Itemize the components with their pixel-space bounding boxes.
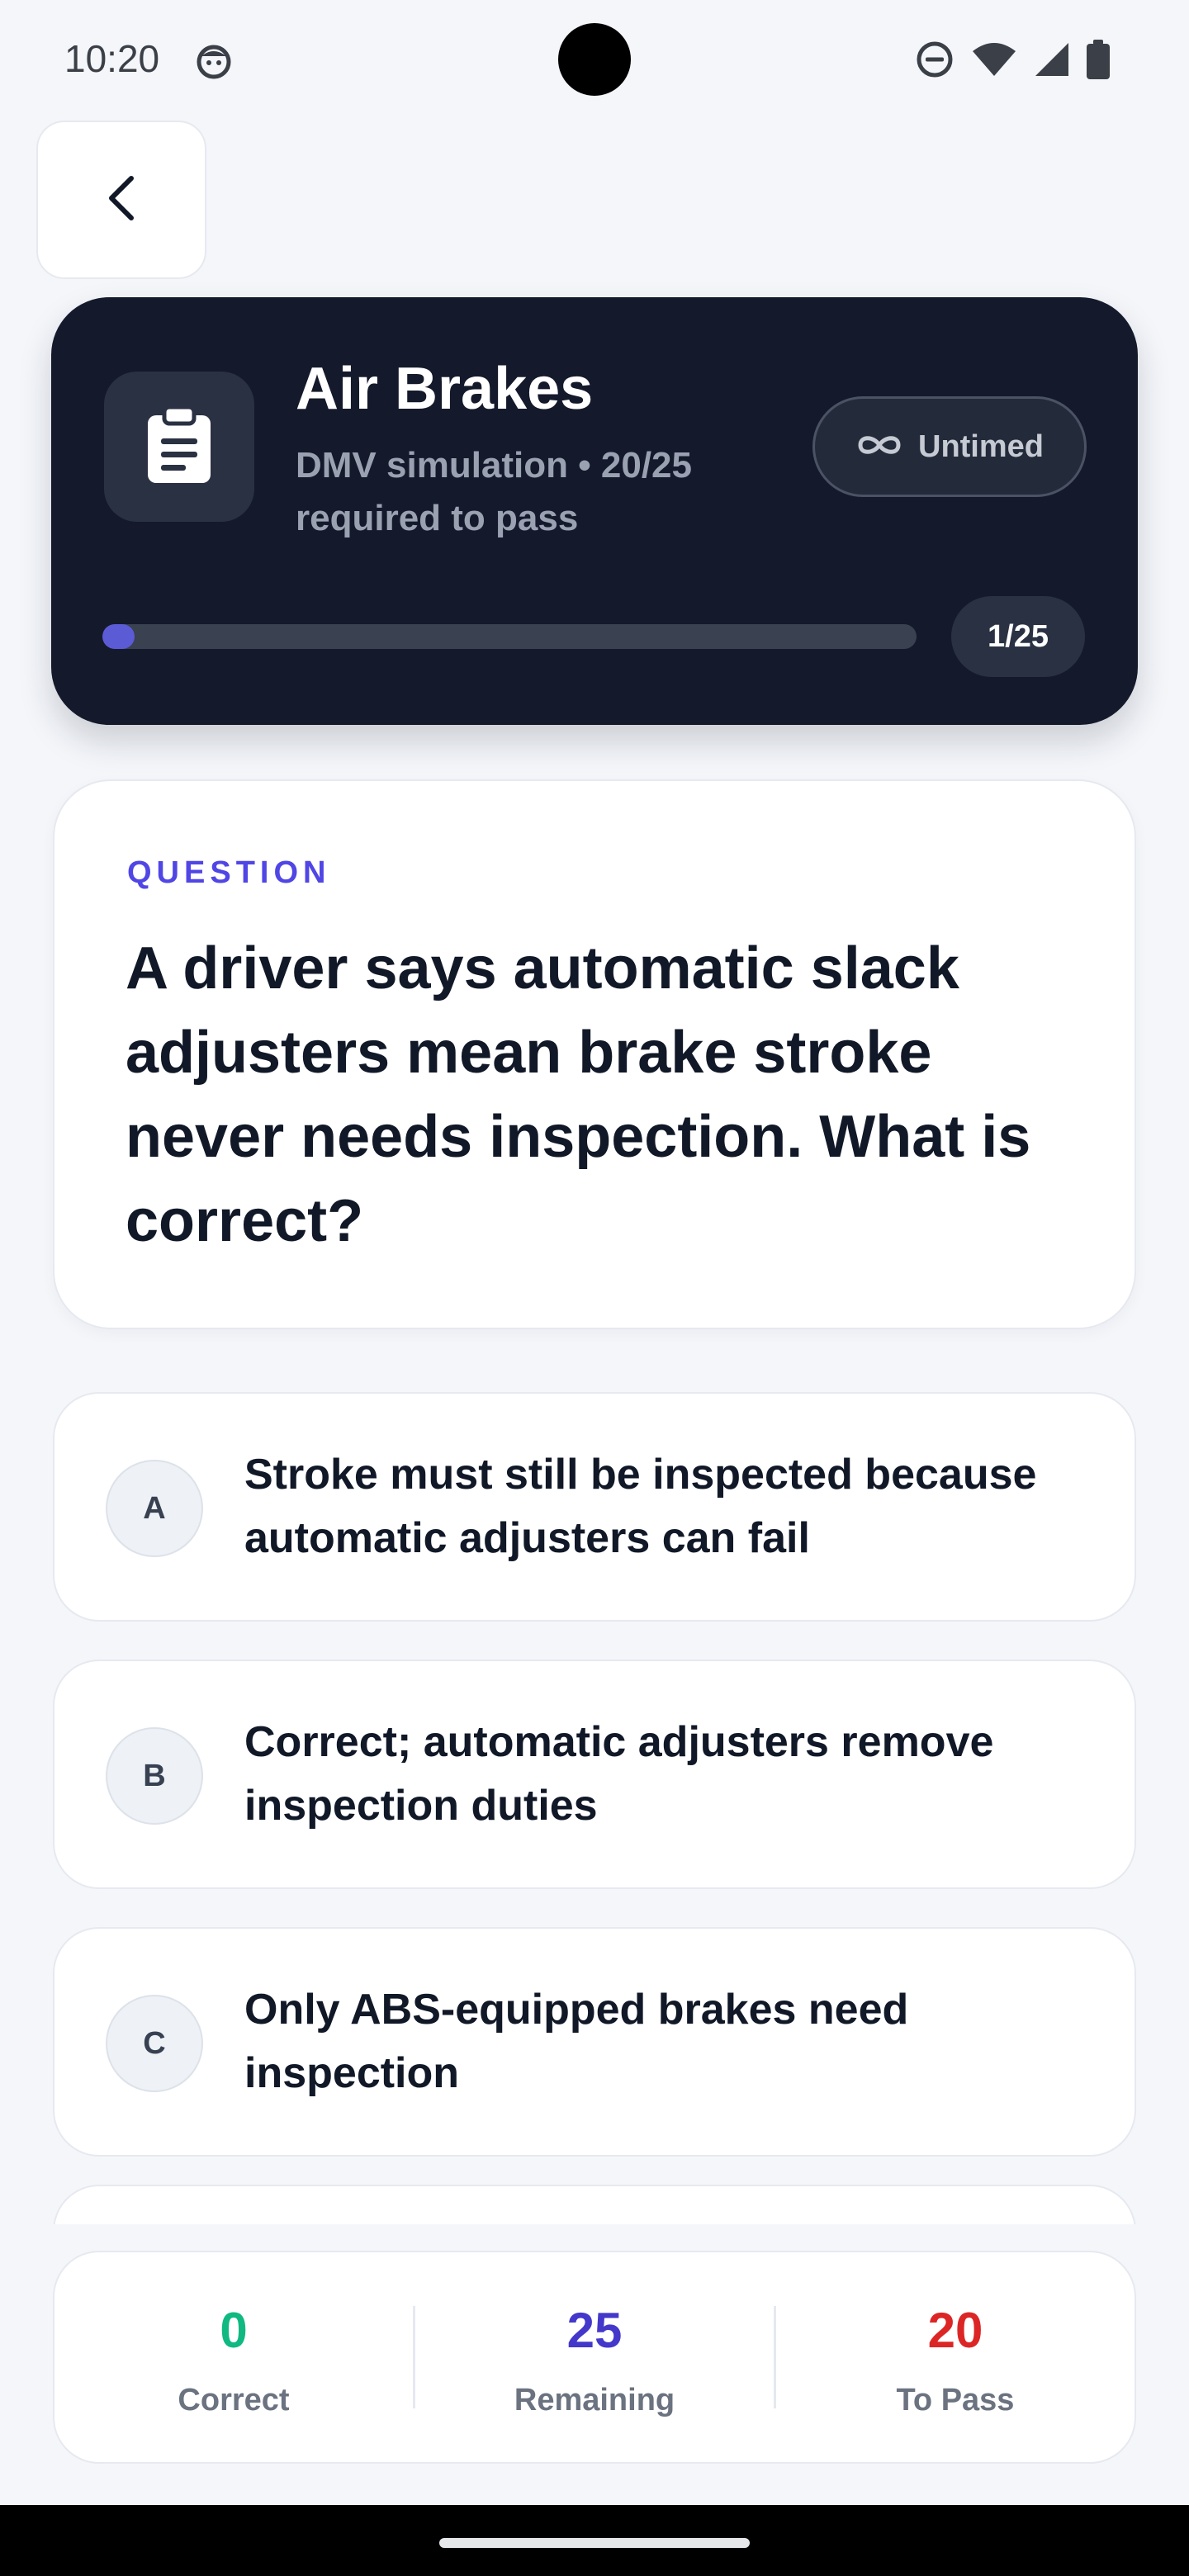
progress-fill	[102, 624, 135, 649]
option-text: Stroke must still be inspected because a…	[244, 1451, 1037, 1562]
battery-icon	[1087, 40, 1110, 79]
quiz-title: Air Brakes	[296, 356, 594, 422]
system-nav-bar	[0, 2505, 1189, 2576]
option-text: Correct; automatic adjusters remove insp…	[244, 1718, 994, 1830]
progress-bar	[102, 624, 917, 649]
back-button[interactable]	[36, 121, 206, 279]
untimed-mode-chip: Untimed	[812, 396, 1087, 497]
stat-remaining-label: Remaining	[514, 2383, 675, 2417]
stat-to-pass-label: To Pass	[896, 2383, 1015, 2417]
app-notification-icon	[195, 41, 233, 79]
option-b[interactable]: B Correct; automatic adjusters remove in…	[53, 1660, 1136, 1889]
stat-correct: 0 Correct	[54, 2252, 413, 2462]
cell-signal-icon	[1034, 41, 1070, 78]
quiz-subtitle: DMV simulation • 20/25 required to pass	[296, 445, 692, 538]
option-a[interactable]: A Stroke must still be inspected because…	[53, 1392, 1136, 1622]
home-gesture-handle[interactable]	[439, 2538, 750, 2548]
option-letter: A	[106, 1460, 203, 1557]
stat-remaining: 25 Remaining	[415, 2252, 774, 2462]
option-c[interactable]: C Only ABS-equipped brakes need inspecti…	[53, 1927, 1136, 2157]
stat-to-pass: 20 To Pass	[776, 2252, 1135, 2462]
stat-correct-label: Correct	[178, 2383, 290, 2417]
clipboard-icon	[144, 405, 214, 489]
wifi-icon	[971, 41, 1017, 78]
quiz-icon-box	[104, 372, 254, 522]
status-bar: 10:20	[0, 0, 1189, 116]
option-letter: B	[106, 1727, 203, 1825]
progress-count: 1/25	[951, 596, 1085, 677]
question-text: A driver says automatic slack adjusters …	[126, 935, 1031, 1254]
question-card: QUESTION A driver says automatic slack a…	[53, 779, 1136, 1329]
score-stats-panel: 0 Correct 25 Remaining 20 To Pass	[53, 2251, 1136, 2464]
untimed-label: Untimed	[918, 429, 1044, 464]
infinity-icon	[855, 433, 903, 462]
option-letter: C	[106, 1995, 203, 2092]
do-not-disturb-icon	[915, 40, 955, 79]
status-icons	[915, 38, 1110, 81]
status-time: 10:20	[64, 37, 160, 80]
question-label: QUESTION	[127, 855, 331, 890]
stat-remaining-value: 25	[566, 2303, 623, 2358]
camera-cutout	[558, 23, 631, 96]
chevron-left-icon	[105, 173, 138, 227]
stat-to-pass-value: 20	[927, 2303, 983, 2358]
stat-correct-value: 0	[220, 2303, 248, 2358]
option-text: Only ABS-equipped brakes need inspection	[244, 1986, 909, 2097]
quiz-header-card: Air Brakes DMV simulation • 20/25 requir…	[51, 297, 1138, 725]
